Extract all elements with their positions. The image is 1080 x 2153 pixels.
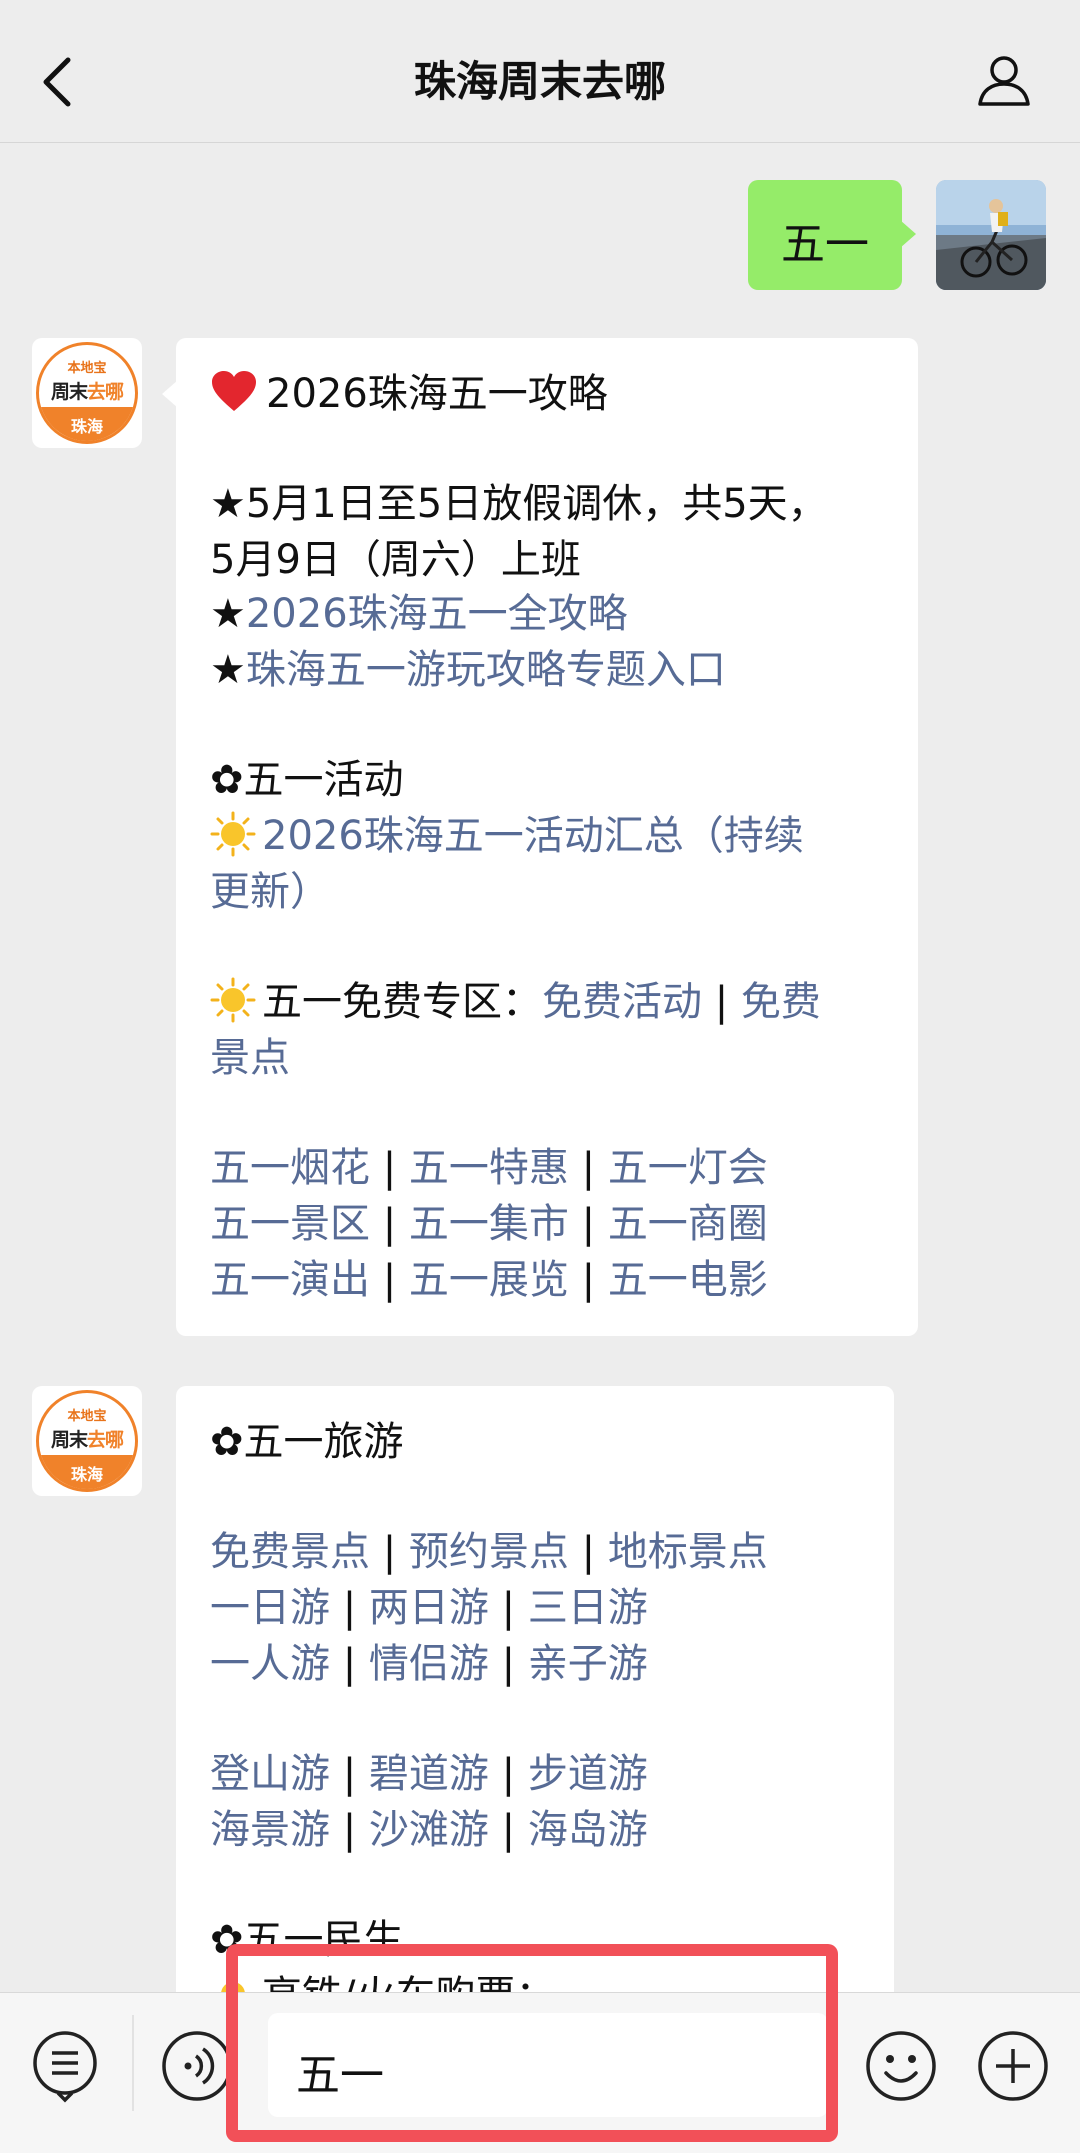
- page-title: 珠海周末去哪: [413, 57, 666, 106]
- sent-message-bubble[interactable]: 五一: [748, 180, 916, 290]
- one-day-trip-link[interactable]: 一日游: [210, 1585, 330, 1631]
- holiday-line-2: 5月9日（周六）上班: [210, 537, 581, 583]
- free-activities-link[interactable]: 免费活动: [542, 979, 702, 1025]
- movies-link[interactable]: 五一电影: [608, 1257, 768, 1303]
- travel-header: ✿五一旅游: [210, 1419, 404, 1465]
- travel-row: 一日游 | 两日游 | 三日游: [210, 1585, 648, 1631]
- avatar-badge-text: 本地宝: [67, 1409, 107, 1424]
- input-bar-divider: [132, 2015, 134, 2111]
- input-highlight-box: [226, 1944, 838, 2142]
- greenway-trip-link[interactable]: 碧道游: [369, 1751, 489, 1797]
- reply-message-bubble-1: 2026珠海五一攻略 ★5月1日至5日放假调休，共5天， 5月9日（周六）上班 …: [162, 338, 918, 1336]
- two-day-trip-link[interactable]: 两日游: [369, 1585, 489, 1631]
- shows-link[interactable]: 五一演出: [210, 1257, 370, 1303]
- account-avatar[interactable]: 本地宝 周末去哪 珠海: [32, 1386, 142, 1496]
- avatar-city-text: 珠海: [70, 1465, 103, 1484]
- grid-row: 五一演出 | 五一展览 | 五一电影: [210, 1257, 768, 1303]
- top-nav-bar: 珠海周末去哪: [0, 0, 1080, 143]
- guide-title: 2026珠海五一攻略: [266, 371, 608, 417]
- menu-list-icon[interactable]: [28, 2029, 102, 2103]
- lantern-fair-link[interactable]: 五一灯会: [608, 1145, 768, 1191]
- couple-trip-link[interactable]: 情侣游: [369, 1641, 489, 1687]
- markets-link[interactable]: 五一集市: [409, 1201, 569, 1247]
- scenic-areas-link[interactable]: 五一景区: [210, 1201, 370, 1247]
- cyclist-photo-icon: [936, 180, 1046, 290]
- emoji-icon[interactable]: [864, 2029, 938, 2103]
- travel-row: 登山游 | 碧道游 | 步道游: [210, 1751, 648, 1797]
- topic-entry-link[interactable]: 珠海五一游玩攻略专题入口: [246, 647, 726, 693]
- reservation-scenic-link[interactable]: 预约景点: [409, 1529, 569, 1575]
- sent-message-text: 五一: [781, 219, 869, 270]
- three-day-trip-link[interactable]: 三日游: [528, 1585, 648, 1631]
- activities-summary-link[interactable]: 2026珠海五一活动汇总（持续: [262, 813, 804, 859]
- family-trip-link[interactable]: 亲子游: [528, 1641, 648, 1687]
- activities-summary-line: 2026珠海五一活动汇总（持续: [210, 808, 804, 864]
- free-scenic-link[interactable]: 免费景点: [210, 1529, 370, 1575]
- exhibitions-link[interactable]: 五一展览: [409, 1257, 569, 1303]
- travel-row: 海景游 | 沙滩游 | 海岛游: [210, 1807, 648, 1853]
- solo-trip-link[interactable]: 一人游: [210, 1641, 330, 1687]
- landmark-scenic-link[interactable]: 地标景点: [608, 1529, 768, 1575]
- activities-summary-link-cont[interactable]: 更新）: [210, 864, 330, 920]
- voice-input-icon[interactable]: [160, 2029, 234, 2103]
- travel-row: 免费景点 | 预约景点 | 地标景点: [210, 1529, 768, 1575]
- reply-message-bubble-2: ✿五一旅游 免费景点 | 预约景点 | 地标景点 一日游 | 两日游 | 三日游…: [176, 1386, 894, 2026]
- account-avatar[interactable]: 本地宝 周末去哪 珠海: [32, 338, 142, 448]
- user-profile-icon[interactable]: [976, 52, 1032, 108]
- red-heart-icon: [212, 371, 256, 411]
- free-zone-line: 五一免费专区：免费活动 | 免费: [210, 974, 821, 1030]
- guide-title-line: 2026珠海五一攻略: [210, 366, 608, 422]
- activities-header: ✿五一活动: [210, 757, 404, 803]
- shopping-districts-link[interactable]: 五一商圈: [608, 1201, 768, 1247]
- beach-trip-link[interactable]: 沙滩游: [369, 1807, 489, 1853]
- avatar-badge-text: 本地宝: [67, 361, 107, 376]
- hiking-trip-link[interactable]: 登山游: [210, 1751, 330, 1797]
- full-guide-link[interactable]: 2026珠海五一全攻略: [246, 591, 628, 637]
- avatar-name: 周末去哪: [50, 381, 124, 403]
- free-spots-link-cont[interactable]: 景点: [210, 1030, 290, 1086]
- trail-trip-link[interactable]: 步道游: [528, 1751, 648, 1797]
- holiday-line-1: ★5月1日至5日放假调休，共5天，: [210, 481, 828, 527]
- free-zone-label: 五一免费专区：: [262, 979, 542, 1025]
- full-guide-line: ★2026珠海五一全攻略: [210, 591, 628, 637]
- sun-icon: [210, 977, 256, 1023]
- island-trip-link[interactable]: 海岛游: [528, 1807, 648, 1853]
- free-spots-link[interactable]: 免费: [741, 979, 821, 1025]
- grid-row: 五一烟花 | 五一特惠 | 五一灯会: [210, 1145, 768, 1191]
- travel-row: 一人游 | 情侣游 | 亲子游: [210, 1641, 648, 1687]
- sun-icon: [210, 811, 256, 857]
- plus-more-icon[interactable]: [976, 2029, 1050, 2103]
- topic-entry-line: ★珠海五一游玩攻略专题入口: [210, 647, 726, 693]
- avatar-city-text: 珠海: [70, 417, 103, 436]
- avatar-name: 周末去哪: [50, 1429, 124, 1451]
- specials-link[interactable]: 五一特惠: [409, 1145, 569, 1191]
- grid-row: 五一景区 | 五一集市 | 五一商圈: [210, 1201, 768, 1247]
- my-avatar[interactable]: [936, 180, 1046, 290]
- fireworks-link[interactable]: 五一烟花: [210, 1145, 370, 1191]
- seaview-trip-link[interactable]: 海景游: [210, 1807, 330, 1853]
